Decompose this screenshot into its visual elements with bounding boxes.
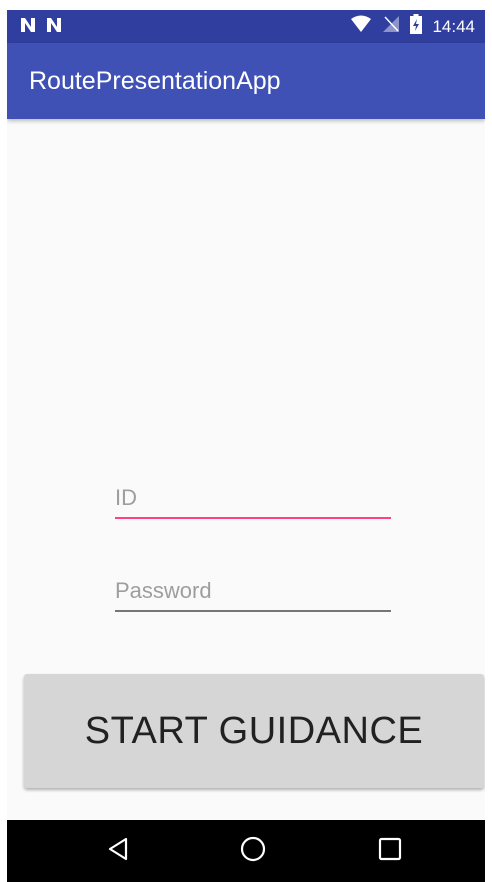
- id-input[interactable]: [115, 483, 391, 513]
- password-input[interactable]: [115, 576, 391, 606]
- recents-button[interactable]: [360, 820, 420, 882]
- password-underline: [115, 610, 391, 612]
- id-field[interactable]: [115, 483, 391, 519]
- back-icon: [107, 837, 129, 866]
- wifi-icon: [350, 15, 372, 38]
- password-field[interactable]: [115, 576, 391, 612]
- recents-icon: [378, 837, 402, 866]
- status-time: 14:44: [432, 16, 475, 36]
- n-notification-icon: [45, 16, 63, 39]
- status-indicators: 14:44: [350, 10, 475, 43]
- app-title: RoutePresentationApp: [29, 67, 281, 95]
- status-notifications: [19, 16, 63, 39]
- no-signal-icon: [382, 15, 400, 38]
- n-notification-icon: [19, 16, 37, 39]
- back-button[interactable]: [88, 820, 148, 882]
- battery-charging-icon: [410, 14, 423, 39]
- home-button[interactable]: [223, 820, 283, 882]
- app-screen: 14:44 RoutePresentationApp START GUIDANC…: [7, 10, 485, 882]
- start-guidance-button[interactable]: START GUIDANCE: [24, 674, 484, 788]
- id-underline: [115, 517, 391, 519]
- status-bar: 14:44: [7, 10, 485, 43]
- navigation-bar: [7, 820, 485, 882]
- home-icon: [240, 836, 266, 867]
- app-bar: RoutePresentationApp: [7, 43, 485, 119]
